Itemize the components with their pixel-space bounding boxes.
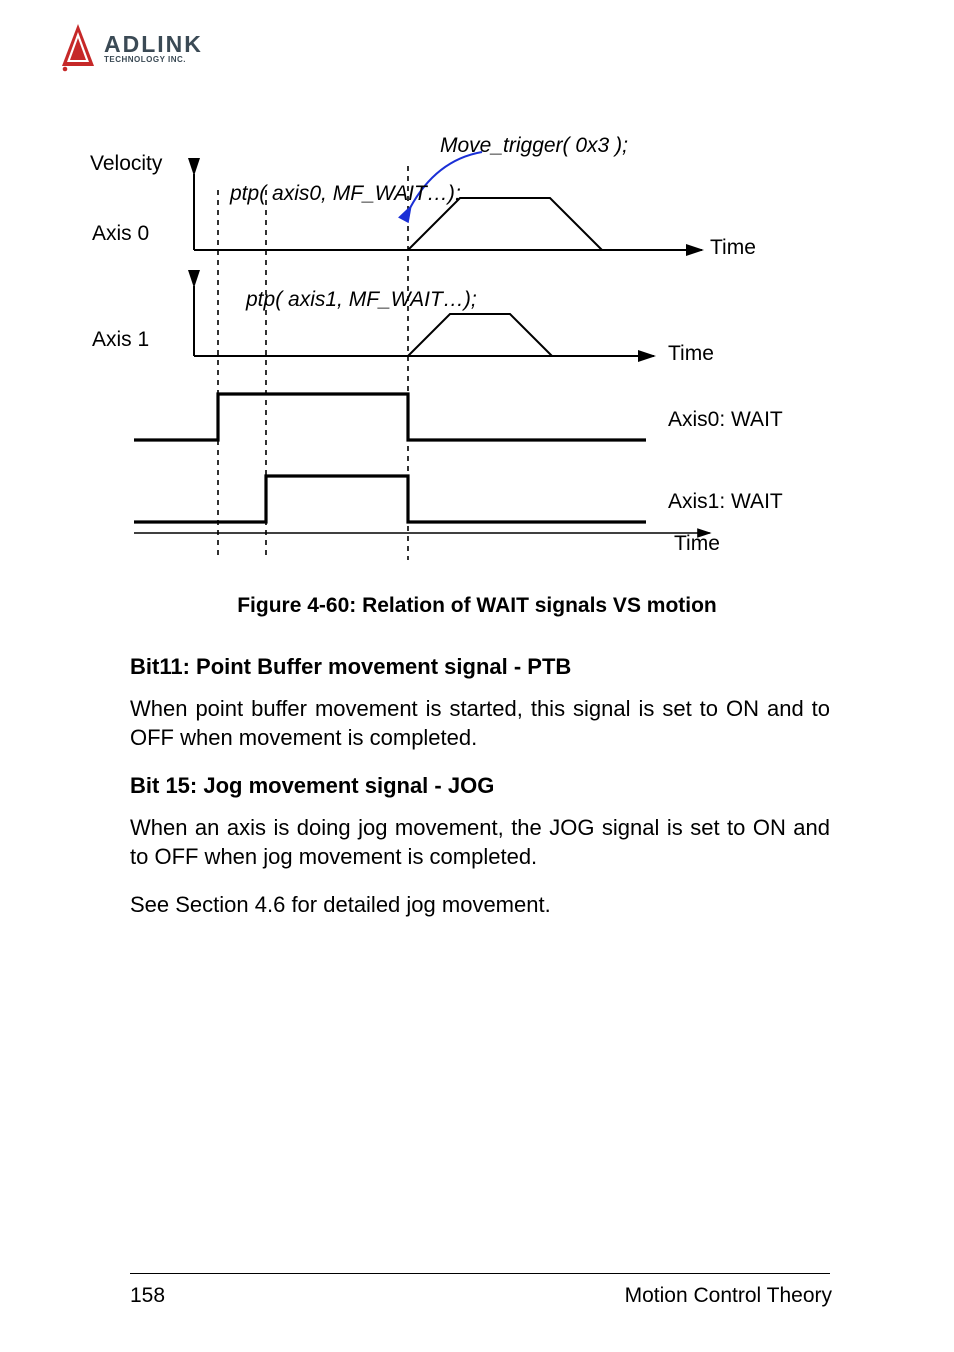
label-ptp0: ptp( axis0, MF_WAIT…); [230, 182, 461, 206]
logo: ADLINK TECHNOLOGY INC. [56, 22, 203, 74]
footer-divider [130, 1273, 830, 1274]
bit11-body: When point buffer movement is started, t… [130, 694, 830, 753]
footer-title: Motion Control Theory [625, 1284, 832, 1308]
label-axis0-wait: Axis0: WAIT [668, 408, 783, 432]
label-time-1: Time [668, 342, 714, 366]
label-ptp1: ptp( axis1, MF_WAIT…); [246, 288, 477, 312]
timing-diagram: Velocity Axis 0 Axis 1 ptp( axis0, MF_WA… [90, 140, 860, 570]
logo-text: ADLINK TECHNOLOGY INC. [104, 33, 203, 64]
bit15-body: When an axis is doing jog movement, the … [130, 813, 830, 872]
label-axis1-wait: Axis1: WAIT [668, 490, 783, 514]
label-time-2: Time [674, 532, 720, 556]
logo-main: ADLINK [104, 33, 203, 56]
label-axis1: Axis 1 [92, 328, 149, 352]
label-velocity: Velocity [90, 152, 162, 176]
logo-sub: TECHNOLOGY INC. [104, 56, 203, 64]
see-section: See Section 4.6 for detailed jog movemen… [130, 890, 830, 920]
label-move-trigger: Move_trigger( 0x3 ); [440, 134, 628, 158]
figure-caption: Figure 4-60: Relation of WAIT signals VS… [0, 594, 954, 618]
logo-triangle-icon [56, 22, 100, 74]
body-content: Bit11: Point Buffer movement signal - PT… [130, 638, 830, 938]
label-time-0: Time [710, 236, 756, 260]
page-number: 158 [130, 1284, 165, 1308]
label-axis0: Axis 0 [92, 222, 149, 246]
bit15-heading: Bit 15: Jog movement signal - JOG [130, 771, 830, 801]
bit11-heading: Bit11: Point Buffer movement signal - PT… [130, 652, 830, 682]
